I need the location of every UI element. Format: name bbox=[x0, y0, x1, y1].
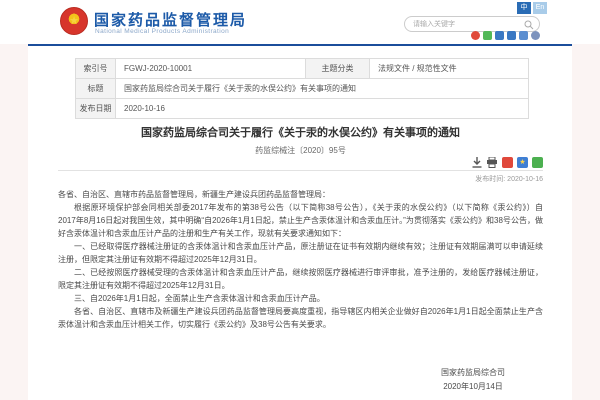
table-row: 标题 国家药监局综合司关于履行《关于汞的水俣公约》有关事项的通知 bbox=[76, 79, 529, 99]
title-label: 标题 bbox=[76, 79, 116, 99]
lang-toggle-zh[interactable]: 中 bbox=[517, 2, 531, 14]
paragraph: 各省、自治区、直辖市及新疆生产建设兵团药品监督管理局要高度重视，指导辖区内相关企… bbox=[58, 305, 543, 331]
search-icon[interactable] bbox=[524, 20, 534, 30]
table-row: 发布日期 2020-10-16 bbox=[76, 99, 529, 119]
header-quick-links bbox=[471, 31, 540, 40]
doc-toolbar: ★ bbox=[472, 156, 543, 168]
doc-body: 各省、自治区、直辖市药品监督管理局，新疆生产建设兵团药品监督管理局： 根据原环境… bbox=[58, 188, 543, 331]
wechat-icon[interactable] bbox=[483, 31, 492, 40]
share-weibo-icon[interactable] bbox=[502, 157, 513, 168]
share-qzone-icon[interactable]: ★ bbox=[517, 157, 528, 168]
paragraph: 一、已经取得医疗器械注册证的含汞体温计和含汞血压计产品，原注册证在证书有效期内继… bbox=[58, 240, 543, 266]
message-icon[interactable] bbox=[519, 31, 528, 40]
paragraph: 三、自2026年1月1日起，全面禁止生产含汞体温计和含汞血压计产品。 bbox=[58, 292, 543, 305]
search-input[interactable] bbox=[413, 18, 521, 30]
header-divider bbox=[28, 44, 572, 46]
index-label: 索引号 bbox=[76, 59, 116, 79]
date-value: 2020-10-16 bbox=[116, 99, 529, 119]
print-icon[interactable] bbox=[486, 157, 498, 168]
signature-org: 国家药监局综合司 bbox=[441, 366, 505, 380]
email-icon[interactable] bbox=[507, 31, 516, 40]
lang-toggle-en[interactable]: En bbox=[533, 2, 547, 14]
publish-time: 发布时间: 2020-10-16 bbox=[475, 174, 543, 184]
paragraph: 二、已经按照医疗器械受理的含汞体温计和含汞血压计产品，继续按照医疗器械进行审评审… bbox=[58, 266, 543, 292]
document-meta-table: 索引号 FGWJ-2020-10001 主题分类 法规文件 / 规范性文件 标题… bbox=[75, 58, 529, 119]
signature-block: 国家药监局综合司 2020年10月14日 bbox=[441, 366, 505, 394]
national-emblem-logo: ★ bbox=[60, 7, 88, 35]
signature-date: 2020年10月14日 bbox=[441, 380, 505, 394]
salutation: 各省、自治区、直辖市药品监督管理局，新疆生产建设兵团药品监督管理局： bbox=[58, 188, 543, 201]
page-title: 国家药监局综合司关于履行《关于汞的水俣公约》有关事项的通知 bbox=[58, 124, 543, 140]
site-title-en: National Medical Products Administration bbox=[95, 28, 229, 35]
table-row: 索引号 FGWJ-2020-10001 主题分类 法规文件 / 规范性文件 bbox=[76, 59, 529, 79]
download-icon[interactable] bbox=[472, 157, 482, 168]
doc-divider bbox=[58, 170, 543, 171]
site-title-cn: 国家药品监督管理局 bbox=[94, 9, 247, 30]
search-box[interactable] bbox=[404, 16, 540, 32]
category-value: 法规文件 / 规范性文件 bbox=[370, 59, 529, 79]
paragraph: 根据原环境保护部会同相关部委2017年发布的第38号公告（以下简称38号公告），… bbox=[58, 201, 543, 240]
category-label: 主题分类 bbox=[306, 59, 370, 79]
index-value: FGWJ-2020-10001 bbox=[116, 59, 306, 79]
doc-number: 药监综械注〔2020〕95号 bbox=[58, 145, 543, 156]
share-wechat-icon[interactable] bbox=[532, 157, 543, 168]
date-label: 发布日期 bbox=[76, 99, 116, 119]
user-icon[interactable] bbox=[531, 31, 540, 40]
title-value: 国家药监局综合司关于履行《关于汞的水俣公约》有关事项的通知 bbox=[116, 79, 529, 99]
mobile-icon[interactable] bbox=[495, 31, 504, 40]
weibo-icon[interactable] bbox=[471, 31, 480, 40]
